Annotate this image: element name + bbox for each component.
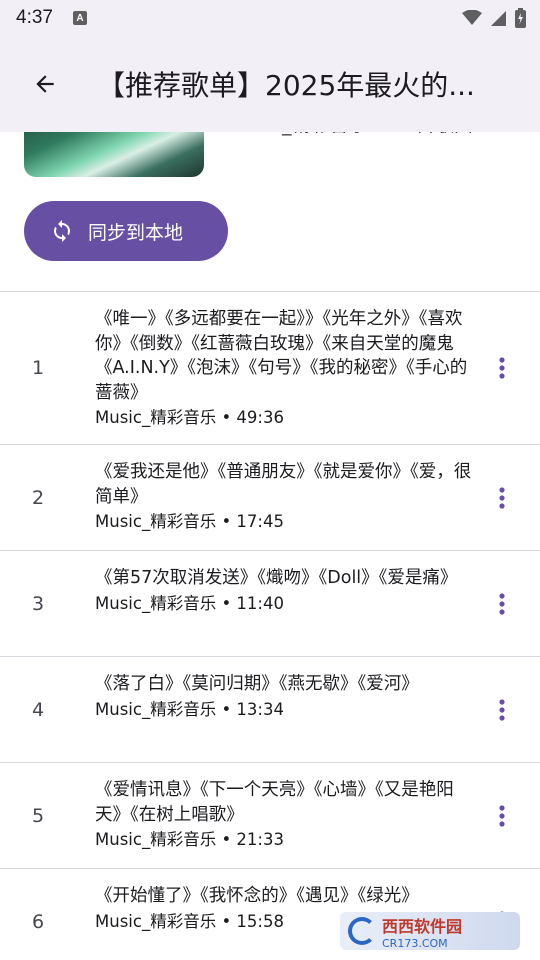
more-vert-icon xyxy=(499,804,505,827)
item-index: 2 xyxy=(31,486,45,509)
item-body: 《爱我还是他》《普通朋友》《就是爱你》《爱，很简单》 Music_精彩音乐 • … xyxy=(95,445,475,533)
accessibility-icon: A xyxy=(72,11,87,25)
list-item[interactable]: 3 《第57次取消发送》《熾吻》《Doll》《爱是痛》 Music_精彩音乐 •… xyxy=(0,551,540,657)
watermark-text: 西西软件园 xyxy=(382,916,463,936)
more-options-button[interactable] xyxy=(490,445,514,550)
more-vert-icon xyxy=(499,357,505,379)
battery-icon xyxy=(515,8,526,28)
watermark-logo-icon xyxy=(348,917,376,945)
arrow-back-icon xyxy=(36,75,54,93)
item-body: 《唯一》《多远都要在一起》》《光年之外》《喜欢你》《倒数》《红蔷薇白玫瑰》《来自… xyxy=(95,292,475,429)
list-item[interactable]: 2 《爱我还是他》《普通朋友》《就是爱你》《爱，很简单》 Music_精彩音乐 … xyxy=(0,445,540,551)
item-title: 《第57次取消发送》《熾吻》《Doll》《爱是痛》 xyxy=(95,568,458,588)
more-options-button[interactable] xyxy=(490,551,514,656)
watermark: 西西软件园 CR173.COM xyxy=(340,912,520,950)
watermark-subtext: CR173.COM xyxy=(382,936,448,950)
item-index: 6 xyxy=(31,910,45,933)
item-index: 4 xyxy=(31,698,45,721)
item-body: 《落了白》《莫问归期》《燕无歇》《爱河》 Music_精彩音乐 • 13:34 xyxy=(95,657,475,721)
status-icons xyxy=(462,8,526,28)
item-index: 1 xyxy=(31,357,45,379)
more-options-button[interactable] xyxy=(490,292,514,444)
page-title: 【推荐歌单】2025年最火的... xyxy=(97,69,475,102)
status-bar: 4:37 A xyxy=(0,0,540,36)
more-vert-icon xyxy=(499,486,505,509)
list-item[interactable]: 4 《落了白》《莫问归期》《燕无歇》《爱河》 Music_精彩音乐 • 13:3… xyxy=(0,657,540,763)
item-subtitle: Music_精彩音乐 • 49:36 xyxy=(95,408,284,427)
sync-to-local-button[interactable]: 同步到本地 xyxy=(24,201,228,261)
list-item[interactable]: 5 《爱情讯息》《下一个天亮》《心墙》《又是艳阳天》《在树上唱歌》 Music_… xyxy=(0,763,540,869)
sync-icon xyxy=(54,220,70,242)
item-body: 《爱情讯息》《下一个天亮》《心墙》《又是艳阳天》《在树上唱歌》 Music_精彩… xyxy=(95,763,475,851)
status-time: 4:37 xyxy=(16,7,53,28)
item-title: 《爱情讯息》《下一个天亮》《心墙》《又是艳阳天》《在树上唱歌》 xyxy=(95,780,454,825)
list-item[interactable]: 1 《唯一》《多远都要在一起》》《光年之外》《喜欢你》《倒数》《红蔷薇白玫瑰》《… xyxy=(0,292,540,445)
item-index: 3 xyxy=(31,592,45,615)
sync-label: 同步到本地 xyxy=(88,221,184,244)
item-title: 《唯一》《多远都要在一起》》《光年之外》《喜欢你》《倒数》《红蔷薇白玫瑰》《来自… xyxy=(95,309,468,403)
item-title: 《爱我还是他》《普通朋友》《就是爱你》《爱，很简单》 xyxy=(95,462,472,507)
item-title: 《开始懂了》《我怀念的》《遇见》《绿光》 xyxy=(95,886,419,906)
wifi-icon xyxy=(462,10,482,25)
more-options-button[interactable] xyxy=(490,657,514,762)
item-subtitle: Music_精彩音乐 • 17:45 xyxy=(95,512,284,531)
watermark-text-group: 西西软件园 CR173.COM xyxy=(382,913,462,950)
item-body: 《第57次取消发送》《熾吻》《Doll》《爱是痛》 Music_精彩音乐 • 1… xyxy=(95,551,475,615)
item-subtitle: Music_精彩音乐 • 13:34 xyxy=(95,699,284,719)
item-subtitle: Music_精彩音乐 • 11:40 xyxy=(95,593,284,613)
top-app-bar: 【推荐歌单】2025年最火的... xyxy=(0,36,540,132)
screen: 4:37 A 【推荐歌单】2025年最火的... Music_精彩音乐 · 20 xyxy=(0,0,540,960)
more-vert-icon xyxy=(499,698,505,721)
signal-icon xyxy=(491,10,506,26)
back-button[interactable] xyxy=(17,56,73,112)
more-vert-icon xyxy=(499,592,505,615)
item-subtitle: Music_精彩音乐 • 21:33 xyxy=(95,830,284,849)
item-title: 《落了白》《莫问归期》《燕无歇》《爱河》 xyxy=(95,674,419,694)
more-options-button[interactable] xyxy=(490,763,514,868)
song-list: 1 《唯一》《多远都要在一起》》《光年之外》《喜欢你》《倒数》《红蔷薇白玫瑰》《… xyxy=(0,292,540,960)
item-index: 5 xyxy=(31,804,45,827)
